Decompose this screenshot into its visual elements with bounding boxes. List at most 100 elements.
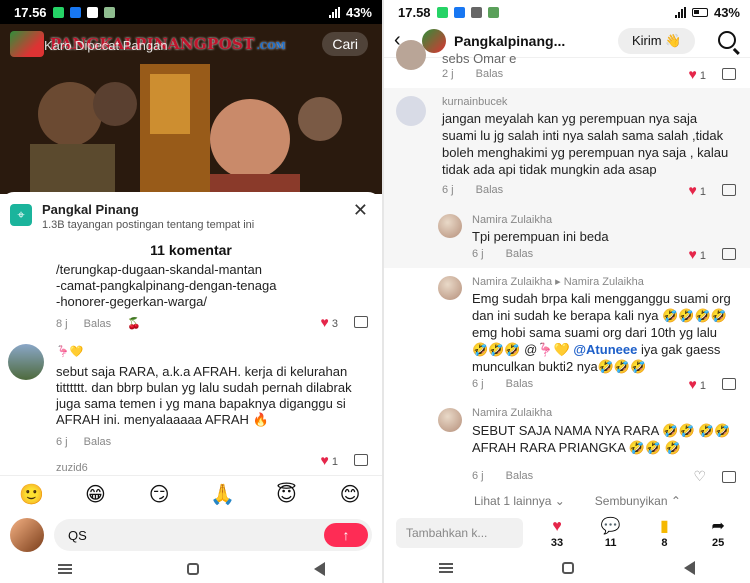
bottom-bar: Tambahkan k... ♥ 33 💬 11 ▮ 8 ➦ 25 (384, 513, 750, 553)
search-button[interactable]: Cari (322, 32, 368, 56)
comment-username[interactable]: zuzid6 (56, 460, 368, 476)
reply-button[interactable]: Balas (506, 378, 534, 390)
comment-text: sebut saja RARA, a.k.a AFRAH. kerja di k… (56, 364, 352, 427)
comment-username[interactable]: kurnainbucek (442, 96, 507, 108)
recent-apps-icon[interactable] (57, 564, 72, 574)
comment-total: 11 (604, 536, 617, 549)
location-views: 1.3B tayangan postingan tentang tempat i… (42, 219, 255, 231)
comment-time: 6 j (472, 248, 484, 260)
avatar[interactable] (438, 214, 462, 238)
like-button[interactable]: ♥ 1 (689, 66, 707, 82)
like-button[interactable]: ♡ (693, 468, 706, 485)
location-name: Pangkal Pinang (42, 202, 139, 217)
chat-icon (470, 6, 482, 18)
search-query[interactable]: Karo Dipecat Pangan (44, 38, 279, 56)
emoji-pray[interactable]: 🙏 (210, 482, 236, 508)
avatar[interactable] (438, 408, 462, 432)
avatar[interactable] (396, 40, 426, 70)
comment-icon: 💬 (600, 517, 621, 535)
back-icon[interactable] (313, 562, 325, 576)
chat-icon (86, 6, 98, 18)
comment-username[interactable]: Namira Zulaikha (472, 276, 552, 288)
emoji-slightly-smiling[interactable]: 🙂 (19, 482, 45, 508)
reply-button[interactable]: Balas (84, 316, 112, 332)
reply-to[interactable]: ▸ Namira Zulaikha (555, 276, 644, 288)
app-icon (487, 6, 499, 18)
like-count: 3 (331, 318, 338, 330)
dislike-icon[interactable] (722, 378, 736, 390)
emoji-grinning[interactable]: 😁 (82, 482, 108, 508)
like-stat[interactable]: ♥ 33 (537, 518, 577, 549)
share-stat[interactable]: ➦ 25 (698, 518, 738, 549)
emoji-halo[interactable]: 😇 (273, 482, 299, 508)
like-button[interactable]: ♥ 1 (689, 182, 707, 198)
mention-link[interactable]: @Atuneee (573, 342, 637, 357)
comment-input-value: QS (68, 527, 87, 543)
avatar[interactable] (438, 276, 462, 300)
avatar[interactable] (422, 28, 446, 53)
back-icon[interactable] (684, 561, 696, 575)
comment-list: /terungkap-dugaan-skandal-mantan -camat-… (0, 262, 382, 482)
emoji-bar: 🙂 😁 😏 🙏 😇 😊 (0, 475, 382, 513)
battery-icon (691, 7, 708, 17)
comment-input[interactable]: QS ↑ (54, 519, 372, 551)
dislike-icon[interactable] (722, 248, 736, 260)
comment-input-row: QS ↑ (0, 515, 382, 555)
comment-stat[interactable]: 💬 11 (591, 518, 631, 549)
reply-button[interactable]: Balas (506, 248, 534, 260)
dislike-icon[interactable] (722, 184, 736, 196)
status-bar: 17.56 43% (0, 0, 382, 24)
reply-button[interactable]: Balas (506, 470, 534, 482)
page-title[interactable]: Pangkalpinang... (454, 33, 604, 49)
status-time: 17.56 (14, 4, 47, 20)
show-more-replies[interactable]: Lihat 1 lainnya ⌄ (474, 494, 565, 508)
heart-icon: ♥ (552, 517, 562, 535)
like-button[interactable]: ♥ 3 (321, 314, 339, 330)
close-icon[interactable]: ✕ (353, 200, 368, 221)
comment-time: 6 j (472, 378, 484, 390)
recent-apps-icon[interactable] (438, 563, 453, 573)
like-count: 1 (699, 186, 706, 198)
list-item: kurnainbucek jangan meyalah kan yg perem… (384, 88, 750, 206)
bookmark-icon: ▮ (660, 517, 669, 535)
comment-username[interactable]: Namira Zulaikha (472, 214, 552, 226)
reply-button[interactable]: Balas (476, 68, 504, 80)
like-button[interactable]: ♥ 1 (689, 376, 707, 392)
dislike-icon[interactable] (722, 68, 736, 80)
like-count: 1 (699, 380, 706, 392)
battery-text: 43% (345, 4, 372, 20)
comment-time: 2 j (442, 68, 454, 80)
send-button[interactable]: ↑ (324, 523, 368, 547)
dislike-icon[interactable] (722, 470, 736, 483)
dislike-icon[interactable] (354, 316, 368, 328)
avatar[interactable] (8, 344, 44, 380)
save-total: 8 (661, 536, 668, 549)
comment-text: SEBUT SAJA NAMA NYA RARA 🤣🤣 🤣🤣 AFRAH RAR… (472, 423, 731, 455)
like-button[interactable]: ♥ 1 (689, 246, 707, 262)
comment-username[interactable]: 🦩💛 (56, 344, 368, 360)
comment-username[interactable]: Namira Zulaikha (472, 407, 552, 419)
location-card[interactable]: ⌖ Pangkal Pinang 1.3B tayangan postingan… (10, 202, 372, 238)
comment-time: 6 j (442, 184, 454, 196)
avatar[interactable] (396, 96, 426, 126)
comment-text: jangan meyalah kan yg perempuan nya saja… (442, 111, 729, 177)
emoji-blush[interactable]: 😊 (337, 482, 363, 508)
heart-icon: ♥ (688, 66, 697, 82)
emoji-smirk[interactable]: 😏 (146, 482, 172, 508)
home-icon[interactable] (562, 562, 575, 574)
comment-input[interactable]: Tambahkan k... (396, 518, 524, 548)
send-greeting-button[interactable]: Kirim 👋 (618, 27, 696, 54)
hide-replies[interactable]: Sembunyikan ⌃ (595, 494, 681, 508)
status-bar: 17.58 43% (384, 0, 750, 24)
top-bar: ‹ Pangkalpinang... Kirim 👋 (384, 24, 750, 58)
like-total: 33 (550, 536, 564, 549)
search-icon[interactable] (718, 31, 736, 49)
home-icon[interactable] (186, 563, 199, 575)
whatsapp-icon (436, 6, 448, 18)
save-stat[interactable]: ▮ 8 (645, 518, 685, 549)
reply-button[interactable]: Balas (84, 434, 112, 450)
heart-icon: ♥ (688, 182, 697, 198)
list-item: Namira Zulaikha SEBUT SAJA NAMA NYA RARA… (384, 398, 750, 490)
reply-button[interactable]: Balas (476, 184, 504, 196)
right-screen: 17.58 43% ‹ Pangkalpinang... Kirim 👋 seb… (384, 0, 750, 583)
